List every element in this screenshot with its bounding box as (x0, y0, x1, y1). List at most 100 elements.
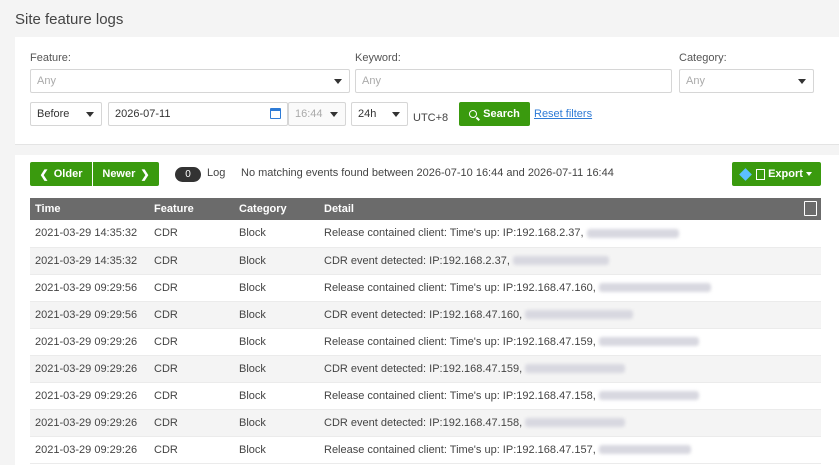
chevron-down-icon (805, 172, 812, 176)
cell-feature: CDR (149, 328, 234, 355)
col-category[interactable]: Category (234, 198, 319, 220)
when-select-value: Before (37, 108, 70, 120)
keyword-input[interactable]: Any (355, 69, 672, 93)
cell-detail-text: Release contained client: Time's up: IP:… (324, 443, 596, 456)
filter-panel: Feature: Any Keyword: Any Category: Any … (15, 37, 839, 145)
older-button[interactable]: ❮ Older (30, 162, 93, 186)
cell-category-text: Block (239, 227, 266, 240)
chevron-left-icon: ❮ (39, 168, 49, 181)
log-count-label: Log (207, 167, 226, 179)
cell-time-text: 2021-03-29 14:35:32 (35, 227, 138, 240)
cell-time-text: 2021-03-29 09:29:26 (35, 335, 138, 348)
cell-time-text: 2021-03-29 09:29:56 (35, 308, 138, 321)
cell-feature-text: CDR (154, 254, 178, 267)
cell-detail-text: CDR event detected: IP:192.168.47.159, (324, 362, 523, 375)
older-button-label: Older (53, 168, 83, 180)
cell-time: 2021-03-29 09:29:26 (30, 382, 149, 409)
cell-feature: CDR (149, 247, 234, 274)
range-select[interactable]: 24h (351, 102, 408, 126)
cell-feature: CDR (149, 274, 234, 301)
cell-time: 2021-03-29 09:29:26 (30, 409, 149, 436)
redacted-mac-address (512, 256, 609, 266)
col-feature[interactable]: Feature (149, 198, 234, 220)
feature-label: Feature: (30, 52, 71, 64)
cell-category: Block (234, 247, 319, 274)
export-button[interactable]: Export (732, 162, 821, 186)
redacted-mac-address (525, 310, 634, 320)
cell-time: 2021-03-29 09:29:26 (30, 436, 149, 463)
cell-detail: Release contained client: Time's up: IP:… (319, 328, 821, 355)
redacted-mac-address (598, 337, 699, 347)
date-input[interactable]: 2026-07-11 (108, 102, 288, 126)
cell-time: 2021-03-29 09:29:26 (30, 355, 149, 382)
export-button-label: Export (768, 168, 803, 180)
cell-category-text: Block (239, 254, 266, 267)
table-row: 2021-03-29 09:29:56 CDR Block Release conta… (30, 274, 821, 301)
search-button-label: Search (483, 108, 520, 120)
category-select-value: Any (686, 75, 705, 87)
cell-time-text: 2021-03-29 09:29:26 (35, 416, 138, 429)
reset-filters-link[interactable]: Reset filters (534, 108, 592, 120)
cell-category-text: Block (239, 443, 266, 456)
cell-time-text: 2021-03-29 09:29:26 (35, 362, 138, 375)
cell-category: Block (234, 382, 319, 409)
cell-feature-text: CDR (154, 389, 178, 402)
cell-time: 2021-03-29 09:29:26 (30, 328, 149, 355)
table-row: 2021-03-29 09:29:26 CDR Block Release conta… (30, 382, 821, 409)
cell-time-text: 2021-03-29 09:29:26 (35, 389, 138, 402)
table-row: 2021-03-29 14:35:32 CDR Block CDR event det… (30, 247, 821, 274)
cell-detail: CDR event detected: IP:192.168.2.37, (319, 247, 821, 274)
category-label: Category: (679, 52, 727, 64)
table-row: 2021-03-29 14:35:32 CDR Block Release conta… (30, 220, 821, 247)
cell-category: Block (234, 328, 319, 355)
cell-detail: CDR event detected: IP:192.168.47.159, (319, 355, 821, 382)
cell-detail-text: CDR event detected: IP:192.168.47.158, (324, 416, 523, 429)
results-panel: ❮ Older Newer ❯ 0 Log No matching events… (15, 155, 839, 465)
keyword-placeholder: Any (362, 75, 381, 87)
chevron-right-icon: ❯ (140, 168, 150, 181)
date-value: 2026-07-11 (115, 108, 171, 120)
cell-detail: Release contained client: Time's up: IP:… (319, 274, 821, 301)
range-value: 24h (358, 108, 377, 120)
page-title: Site feature logs (15, 11, 124, 28)
cell-category: Block (234, 220, 319, 247)
cell-category-text: Block (239, 308, 266, 321)
cell-feature: CDR (149, 355, 234, 382)
when-select[interactable]: Before (30, 102, 102, 126)
column-settings-icon[interactable] (804, 201, 817, 216)
timezone-label: UTC+8 (413, 112, 449, 124)
cell-feature-text: CDR (154, 335, 178, 348)
col-time[interactable]: Time (30, 198, 149, 220)
cell-category: Block (234, 355, 319, 382)
col-detail[interactable]: Detail (319, 198, 821, 220)
chevron-down-icon (330, 112, 338, 117)
cell-feature: CDR (149, 382, 234, 409)
chevron-down-icon (392, 112, 400, 117)
cell-category: Block (234, 409, 319, 436)
cell-category-text: Block (239, 362, 266, 375)
table-row: 2021-03-29 09:29:26 CDR Block Release conta… (30, 436, 821, 463)
cell-category-text: Block (239, 335, 266, 348)
feature-select-value: Any (37, 75, 56, 87)
newer-button[interactable]: Newer ❯ (93, 162, 159, 186)
cell-time: 2021-03-29 14:35:32 (30, 220, 149, 247)
feature-select[interactable]: Any (30, 69, 350, 93)
chevron-down-icon (334, 79, 342, 84)
cell-detail: Release contained client: Time's up: IP:… (319, 220, 821, 247)
log-table: Time Feature Category Detail 2021-03-29 … (30, 198, 821, 464)
calendar-icon[interactable] (270, 108, 281, 119)
col-detail-label: Detail (324, 203, 354, 215)
cell-feature-text: CDR (154, 227, 178, 240)
table-header-row: Time Feature Category Detail (30, 198, 821, 220)
search-button[interactable]: Search (459, 102, 530, 126)
category-select[interactable]: Any (679, 69, 814, 93)
time-select[interactable]: 16:44 (288, 102, 346, 126)
cell-feature: CDR (149, 220, 234, 247)
cell-detail-text: Release contained client: Time's up: IP:… (324, 335, 596, 348)
cell-time: 2021-03-29 14:35:32 (30, 247, 149, 274)
cell-time-text: 2021-03-29 14:35:32 (35, 254, 138, 267)
newer-button-label: Newer (102, 168, 136, 180)
cell-category-text: Block (239, 416, 266, 429)
cell-feature-text: CDR (154, 281, 178, 294)
table-row: 2021-03-29 09:29:26 CDR Block Release conta… (30, 328, 821, 355)
